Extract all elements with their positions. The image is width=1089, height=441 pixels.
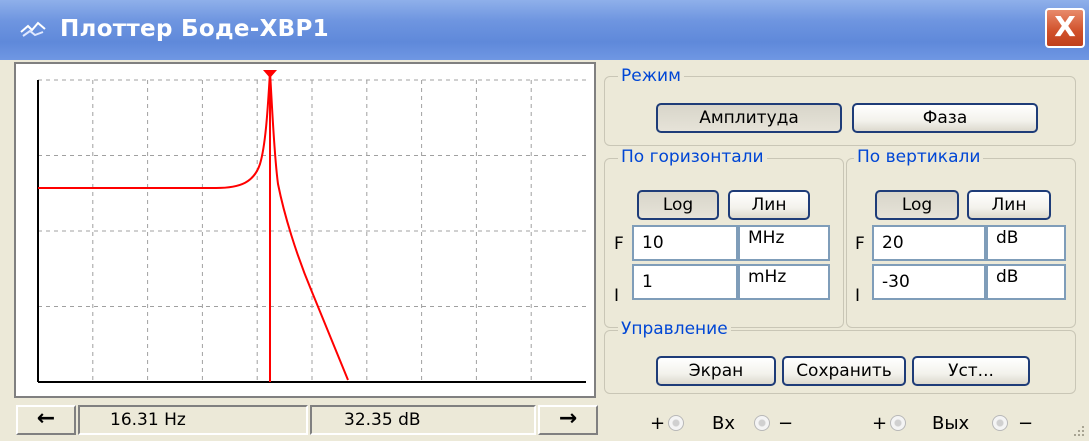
input-minus-label: − (778, 413, 794, 434)
vertical-initial-label: I (855, 286, 861, 306)
save-button[interactable]: Сохранить (782, 356, 906, 386)
bode-plot-area[interactable] (14, 62, 596, 398)
vertical-initial-unit-input[interactable]: dB (986, 264, 1066, 300)
input-plus-label: + (650, 413, 666, 434)
arrow-right-icon: → (558, 406, 578, 431)
close-button[interactable]: X (1045, 8, 1085, 48)
input-minus-terminal[interactable] (754, 415, 770, 431)
cursor-right-button[interactable]: → (538, 405, 598, 435)
title-bar[interactable]: Плоттер Боде-XBP1 X (0, 0, 1089, 60)
output-plus-terminal[interactable] (890, 415, 906, 431)
horizontal-group-label: По горизонтали (618, 147, 767, 167)
arrow-left-icon: ← (36, 406, 56, 431)
mode-group-label: Режим (618, 66, 684, 86)
cursor-marker-icon[interactable] (263, 70, 277, 78)
output-minus-label: − (1018, 413, 1034, 434)
horizontal-initial-label: I (614, 286, 620, 306)
bode-plot-canvas (37, 70, 586, 383)
vertical-lin-button[interactable]: Лин (967, 190, 1051, 220)
magnitude-readout: 32.35 dB (310, 405, 536, 435)
phase-button[interactable]: Фаза (852, 103, 1038, 133)
output-terminal-label: Вых (932, 413, 970, 434)
close-icon: X (1054, 10, 1076, 43)
input-terminal-label: Вх (712, 413, 736, 434)
vertical-final-value-input[interactable]: 20 (872, 225, 986, 261)
vertical-initial-value-input[interactable]: -30 (872, 264, 986, 300)
output-minus-terminal[interactable] (992, 415, 1008, 431)
control-group-label: Управление (618, 319, 731, 339)
output-plus-label: + (872, 413, 888, 434)
horizontal-log-button[interactable]: Log (637, 190, 719, 220)
window-title: Плоттер Боде-XBP1 (60, 16, 329, 42)
horizontal-lin-button[interactable]: Лин (728, 190, 810, 220)
bode-plotter-window: Плоттер Боде-XBP1 X ← 16.31 Hz 32.35 dB … (0, 0, 1089, 441)
horizontal-final-unit-input[interactable]: MHz (738, 225, 830, 261)
bode-plotter-icon (20, 21, 46, 37)
horizontal-final-label: F (614, 234, 624, 254)
vertical-final-label: F (855, 234, 865, 254)
horizontal-final-value-input[interactable]: 10 (632, 225, 738, 261)
cursor-left-button[interactable]: ← (16, 405, 76, 435)
amplitude-button[interactable]: Амплитуда (656, 103, 842, 133)
vertical-log-button[interactable]: Log (875, 190, 959, 220)
vertical-final-unit-input[interactable]: dB (986, 225, 1066, 261)
horizontal-initial-unit-input[interactable]: mHz (738, 264, 830, 300)
frequency-readout: 16.31 Hz (78, 405, 308, 435)
amplitude-trace (38, 71, 349, 381)
plot-grid (38, 79, 586, 382)
resize-grip-icon[interactable] (1070, 422, 1086, 438)
settings-button[interactable]: Уст... (912, 356, 1030, 386)
horizontal-initial-value-input[interactable]: 1 (632, 264, 738, 300)
vertical-group-label: По вертикали (854, 147, 984, 167)
input-plus-terminal[interactable] (668, 415, 684, 431)
screen-button[interactable]: Экран (656, 356, 776, 386)
